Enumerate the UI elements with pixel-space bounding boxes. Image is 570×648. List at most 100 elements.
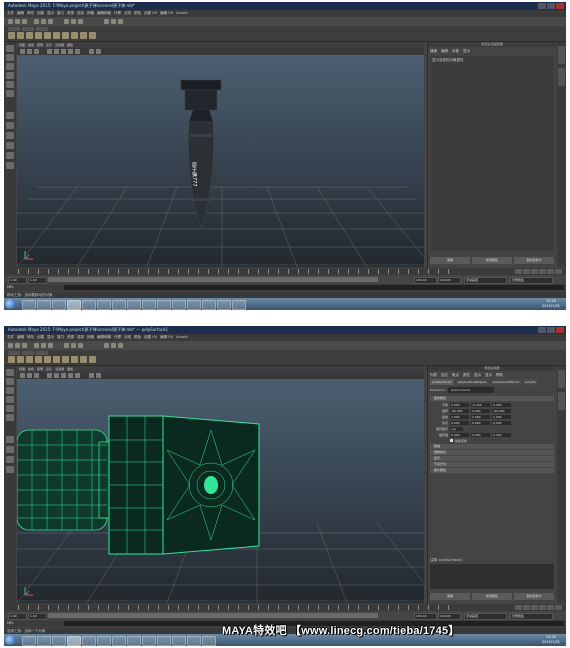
ipr-render-icon[interactable] <box>111 343 116 348</box>
shelf-tool-icon[interactable] <box>80 32 87 39</box>
layout-icon[interactable] <box>6 112 14 119</box>
menu-mesh[interactable]: 网格 <box>87 10 94 17</box>
menu-proxy[interactable]: 代理 <box>114 334 121 341</box>
isolate-select-icon[interactable] <box>89 49 94 54</box>
go-start-icon[interactable] <box>515 269 522 274</box>
layout-icon[interactable] <box>6 142 14 149</box>
layout-icon[interactable] <box>6 132 14 139</box>
menu-arnold[interactable]: Arnold <box>176 10 187 17</box>
taskbar-app-icon[interactable] <box>157 300 171 310</box>
menu-display[interactable]: 显示 <box>47 10 54 17</box>
select-hierarchy-icon[interactable] <box>34 343 39 348</box>
menu-assets[interactable]: 资源 <box>67 334 74 341</box>
save-scene-icon[interactable] <box>22 19 27 24</box>
end-time-field[interactable]: 200.00 <box>438 277 461 284</box>
tab-display[interactable]: 显示 <box>485 372 492 378</box>
save-scene-icon[interactable] <box>22 343 27 348</box>
copy-tab-button[interactable]: 复制选项卡 <box>514 593 554 600</box>
xray-icon[interactable] <box>96 373 101 378</box>
tab-focus[interactable]: 焦点 <box>452 372 459 378</box>
render-icon[interactable] <box>104 343 109 348</box>
tab-edit[interactable]: 编辑 <box>441 48 448 54</box>
section-limit-info[interactable]: 限制信息 <box>430 450 554 455</box>
anim-layer-select[interactable]: 无动画层 <box>464 277 507 284</box>
range-slider-bar[interactable] <box>48 613 378 618</box>
playback-start-field[interactable]: 1.00 <box>28 613 47 620</box>
layout-icon[interactable] <box>6 466 14 473</box>
shelf-tool-icon[interactable] <box>17 32 24 39</box>
node-tab[interactable]: polyTw <box>523 379 538 385</box>
attr-field-z[interactable]: 0.000 <box>492 432 511 437</box>
menu-create-uvs[interactable]: 创建 UV <box>144 334 157 341</box>
step-forward-icon[interactable] <box>547 269 554 274</box>
start-button[interactable] <box>5 299 15 309</box>
paint-select-icon[interactable] <box>6 387 14 394</box>
shelf-tool-icon[interactable] <box>71 356 78 363</box>
taskbar-app-icon[interactable] <box>22 636 36 646</box>
taskbar-app-icon[interactable] <box>22 300 36 310</box>
attr-field-y[interactable]: 0.000 <box>471 420 490 425</box>
bomb-wireframe-model[interactable] <box>17 410 277 560</box>
textured-icon[interactable] <box>68 373 73 378</box>
perspective-viewport[interactable]: 视图 着色 照明 显示 渲染器 面板 <box>17 42 424 267</box>
shelf-tool-icon[interactable] <box>35 32 42 39</box>
play-forward-icon[interactable] <box>539 605 546 610</box>
shelf-tab[interactable] <box>36 27 48 31</box>
minimize-button[interactable] <box>538 327 546 333</box>
lasso-tool-icon[interactable] <box>6 378 14 385</box>
shelf-tool-icon[interactable] <box>26 356 33 363</box>
move-tool-icon[interactable] <box>6 396 14 403</box>
paint-select-icon[interactable] <box>6 63 14 70</box>
layout-icon[interactable] <box>6 446 14 453</box>
camera-attributes-icon[interactable] <box>27 49 32 54</box>
taskbar-app-icon[interactable] <box>142 300 156 310</box>
layout-icon[interactable] <box>6 122 14 129</box>
system-clock[interactable]: 23:29 2015/1/31 <box>542 299 560 309</box>
section-transform-attributes[interactable]: 变换属性 <box>430 396 554 401</box>
notes-textarea[interactable] <box>430 564 554 589</box>
select-component-icon[interactable] <box>48 343 53 348</box>
character-set-select[interactable]: 无角色集 <box>510 277 553 284</box>
close-button[interactable] <box>556 3 564 9</box>
menu-select[interactable]: 选择 <box>77 334 84 341</box>
tab-channels[interactable]: 通道 <box>430 48 437 54</box>
inherit-checkbox[interactable] <box>450 439 453 442</box>
taskbar-app-icon[interactable] <box>127 300 141 310</box>
taskbar-app-icon[interactable] <box>202 300 216 310</box>
taskbar-app-icon[interactable] <box>52 636 66 646</box>
start-time-field[interactable]: 1.00 <box>8 277 27 284</box>
select-button[interactable]: 选择 <box>430 257 470 264</box>
snap-grid-icon[interactable] <box>64 343 69 348</box>
camera-attributes-icon[interactable] <box>27 373 32 378</box>
rotate-tool-icon[interactable] <box>6 81 14 88</box>
bookmark-icon[interactable] <box>34 373 39 378</box>
attr-field-x[interactable]: 1.000 <box>450 414 469 419</box>
menu-window[interactable]: 窗口 <box>57 334 64 341</box>
attr-field-y[interactable]: -6.342 <box>471 402 490 407</box>
shelf-tool-icon[interactable] <box>89 32 96 39</box>
anim-layer-select[interactable]: 无动画层 <box>464 613 507 620</box>
ipr-render-icon[interactable] <box>111 19 116 24</box>
shelf-tool-icon[interactable] <box>53 32 60 39</box>
shelf-tool-icon[interactable] <box>89 356 96 363</box>
taskbar-maya-icon[interactable] <box>67 636 81 646</box>
smooth-shade-icon[interactable] <box>61 49 66 54</box>
shelf-tab[interactable] <box>8 351 20 355</box>
shelf-tab[interactable] <box>22 351 34 355</box>
taskbar-app-icon[interactable] <box>202 636 216 646</box>
menu-color[interactable]: 颜色 <box>134 334 141 341</box>
shelf-tool-icon[interactable] <box>53 356 60 363</box>
system-clock[interactable]: 23:34 2015/1/31 <box>542 635 560 645</box>
taskbar-maya-icon[interactable] <box>67 300 81 310</box>
menu-normals[interactable]: 法线 <box>124 334 131 341</box>
load-attributes-button[interactable]: 加载属性 <box>472 593 512 600</box>
shelf-tool-icon[interactable] <box>62 356 69 363</box>
menu-create-uvs[interactable]: 创建 UV <box>144 10 157 17</box>
select-tool-icon[interactable] <box>6 369 14 376</box>
menu-proxy[interactable]: 代理 <box>114 10 121 17</box>
select-component-icon[interactable] <box>48 19 53 24</box>
taskbar-app-icon[interactable] <box>172 636 186 646</box>
layout-icon[interactable] <box>6 152 14 159</box>
node-tab[interactable]: polySmoothFace1 <box>490 379 522 385</box>
menu-normals[interactable]: 法线 <box>124 10 131 17</box>
